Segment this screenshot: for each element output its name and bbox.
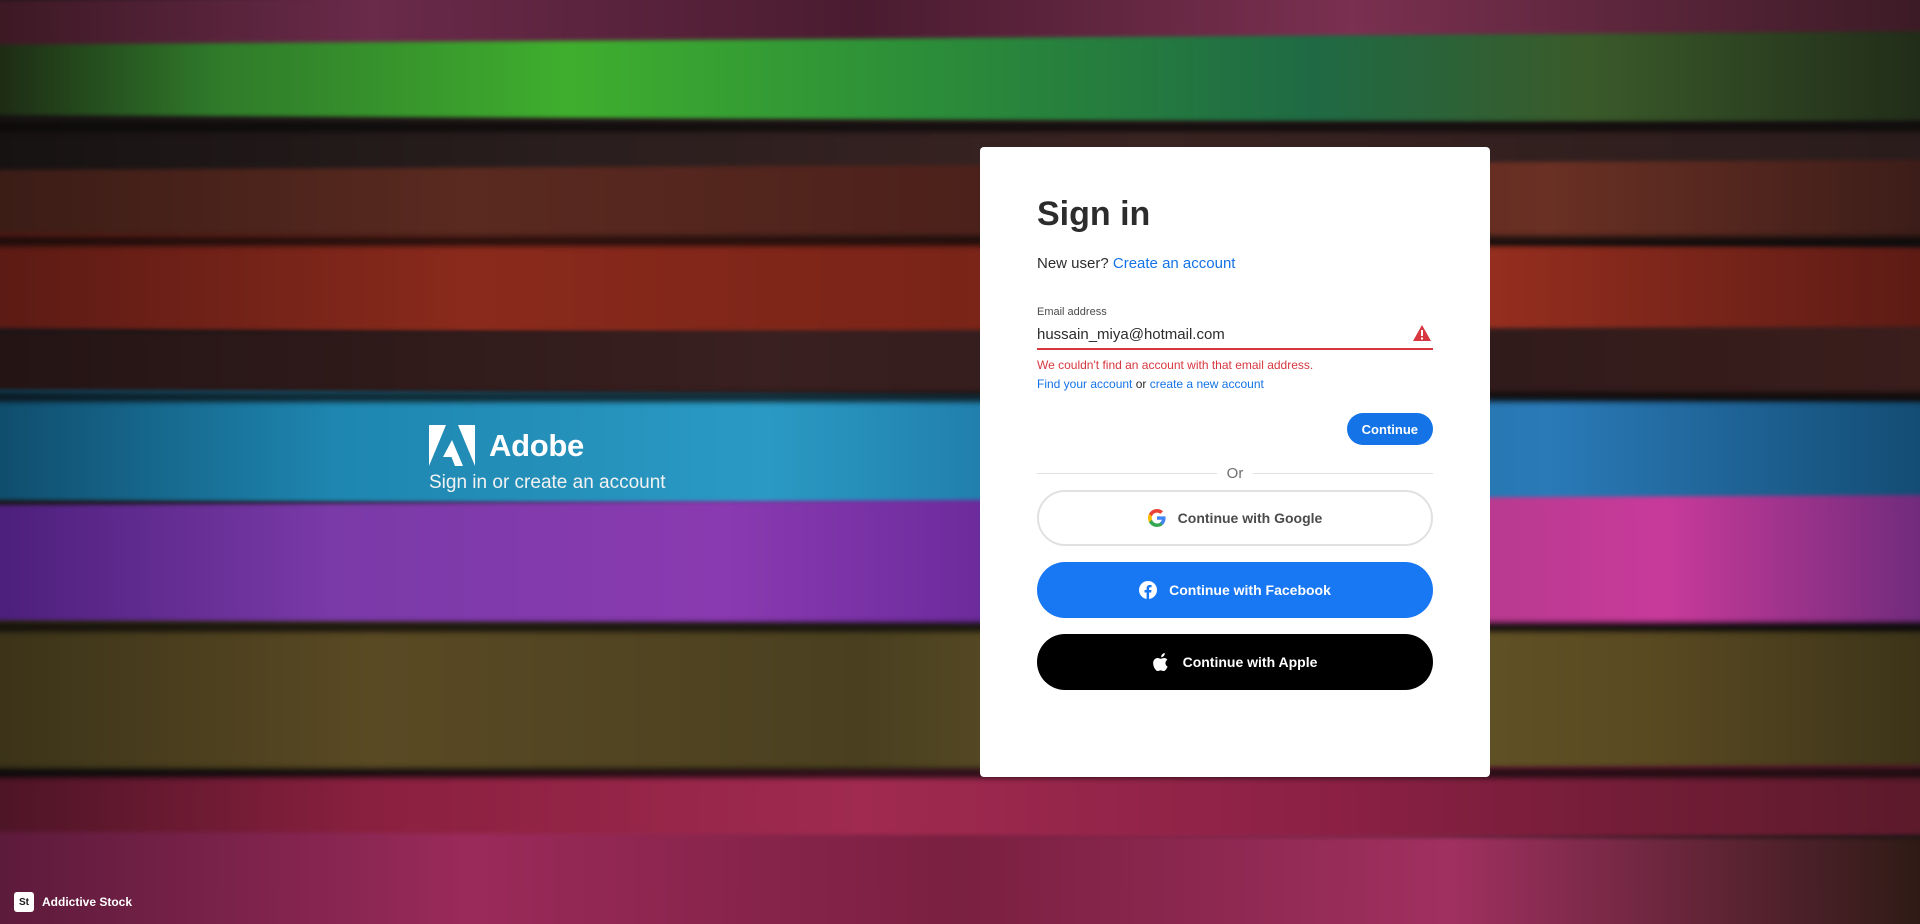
facebook-icon	[1139, 581, 1158, 599]
email-label: Email address	[1037, 306, 1107, 318]
create-new-account-link[interactable]: create a new account	[1150, 377, 1264, 391]
find-account-link[interactable]: Find your account	[1037, 377, 1132, 391]
page-title: Sign in	[1037, 195, 1151, 233]
or-joiner: or	[1135, 377, 1147, 391]
credit-text: Addictive Stock	[42, 895, 133, 909]
continue-button[interactable]: Continue	[1346, 413, 1433, 445]
error-links: Find your account or create a new accoun…	[1037, 377, 1433, 391]
continue-with-facebook-button[interactable]: Continue with Facebook	[1037, 562, 1433, 618]
divider-line-right	[1253, 473, 1434, 474]
divider-line-left	[1037, 473, 1217, 474]
email-error-message: We couldn't find an account with that em…	[1037, 358, 1314, 372]
continue-with-google-button[interactable]: Continue with Google	[1037, 490, 1433, 546]
apple-button-label: Continue with Apple	[1182, 654, 1318, 670]
adobe-stock-logo-icon: St	[14, 892, 34, 912]
email-field[interactable]	[1037, 322, 1397, 346]
brand-name: Adobe	[489, 427, 584, 463]
adobe-logo-icon	[429, 425, 475, 466]
brand-block: Adobe Sign in or create an account	[429, 425, 666, 494]
warning-icon	[1413, 325, 1431, 341]
google-icon	[1147, 509, 1166, 527]
create-account-link[interactable]: Create an account	[1113, 255, 1236, 272]
new-user-row: New user? Create an account	[1037, 255, 1433, 272]
signin-card: Sign in New user? Create an account Emai…	[980, 147, 1490, 777]
background-artwork	[0, 0, 1920, 924]
new-user-prompt: New user?	[1037, 255, 1109, 272]
divider-label: Or	[1226, 465, 1244, 482]
continue-with-apple-button[interactable]: Continue with Apple	[1037, 634, 1433, 690]
google-button-label: Continue with Google	[1177, 510, 1323, 526]
email-field-wrapper	[1037, 322, 1433, 350]
brand-tagline: Sign in or create an account	[429, 472, 666, 493]
facebook-button-label: Continue with Facebook	[1169, 582, 1331, 598]
image-credit: St Addictive Stock	[14, 892, 132, 912]
apple-icon	[1152, 653, 1168, 671]
or-divider: Or	[1037, 465, 1434, 482]
